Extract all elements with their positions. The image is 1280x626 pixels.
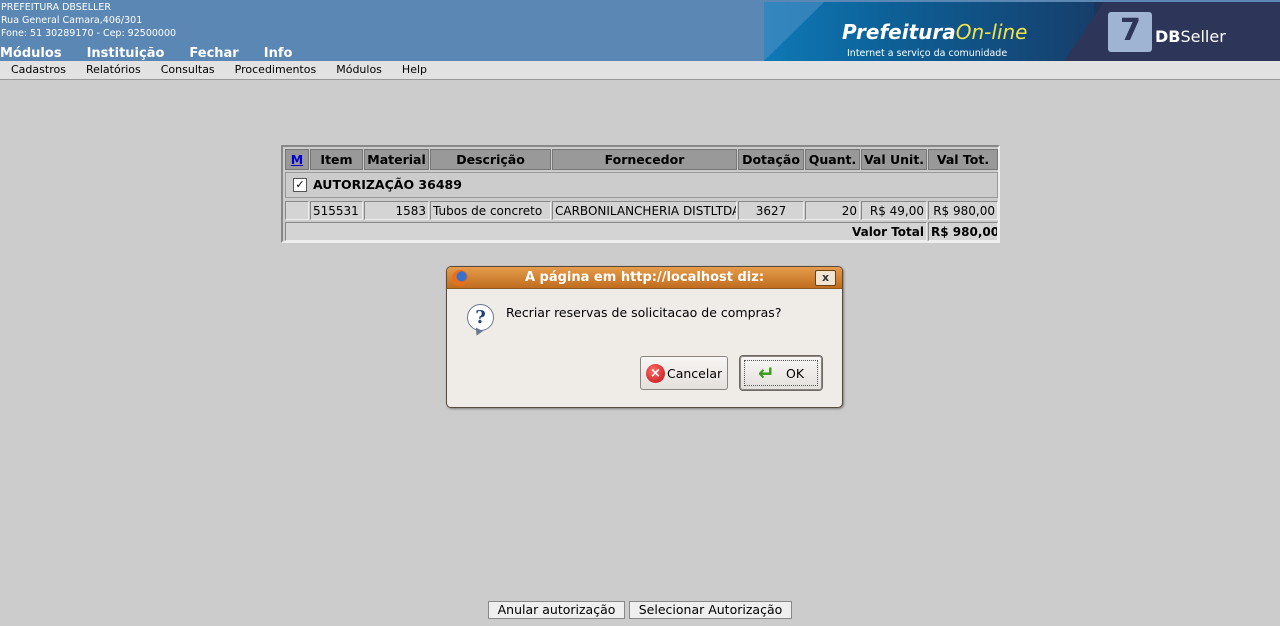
column-header-descricao: Descrição bbox=[430, 149, 551, 170]
menu-help[interactable]: Help bbox=[402, 61, 427, 79]
anular-autorizacao-button[interactable]: Anular autorização bbox=[488, 601, 625, 619]
authorization-checkbox[interactable]: ✓ bbox=[293, 178, 307, 192]
cancel-button-label: Cancelar bbox=[667, 366, 723, 381]
menu-cadastros[interactable]: Cadastros bbox=[11, 61, 66, 79]
menu-bar: Cadastros Relatórios Consultas Procedime… bbox=[0, 61, 1280, 80]
authorization-group-row: ✓ AUTORIZAÇÃO 36489 bbox=[285, 172, 998, 198]
dialog-title: A página em http://localhost diz: bbox=[524, 270, 765, 285]
authorization-table: M Item Material Descrição Fornecedor Dot… bbox=[281, 145, 1000, 243]
menu-consultas[interactable]: Consultas bbox=[161, 61, 215, 79]
column-header-quant: Quant. bbox=[805, 149, 860, 170]
cell-quant: 20 bbox=[805, 201, 860, 220]
cell-material: 1583 bbox=[364, 201, 429, 220]
column-header-val-tot: Val Tot. bbox=[928, 149, 998, 170]
column-header-fornecedor: Fornecedor bbox=[552, 149, 737, 170]
ok-button[interactable]: ↵ OK bbox=[740, 356, 822, 390]
column-header-val-unit: Val Unit. bbox=[861, 149, 927, 170]
enter-arrow-icon: ↵ bbox=[758, 361, 775, 385]
banner-subtitle: Internet a serviço da comunidade bbox=[847, 48, 1008, 59]
dialog-close-button[interactable]: x bbox=[815, 270, 836, 286]
dbseller-logo-text: DBSeller bbox=[1155, 27, 1226, 46]
confirm-dialog: A página em http://localhost diz: x ? Re… bbox=[446, 266, 843, 408]
dialog-titlebar[interactable]: A página em http://localhost diz: x bbox=[447, 267, 842, 289]
org-address: Rua General Camara,406/301 bbox=[1, 15, 143, 26]
top-menu-modulos[interactable]: Módulos bbox=[0, 46, 62, 61]
cell-fornecedor: CARBONILANCHERIA DISTLTDA bbox=[552, 201, 737, 220]
top-menu-fechar[interactable]: Fechar bbox=[189, 46, 238, 61]
authorization-label: AUTORIZAÇÃO 36489 bbox=[313, 177, 462, 192]
banner: PrefeituraOn-line Internet a serviço da … bbox=[764, 2, 1280, 61]
menu-procedimentos[interactable]: Procedimentos bbox=[235, 61, 317, 79]
cell-dotacao: 3627 bbox=[738, 201, 804, 220]
ok-button-label: OK bbox=[786, 366, 805, 381]
dbseller-logo-icon bbox=[1108, 12, 1152, 52]
column-header-material: Material bbox=[364, 149, 429, 170]
top-menu-info[interactable]: Info bbox=[264, 46, 293, 61]
row-mark-cell bbox=[285, 201, 309, 220]
column-header-mark: M bbox=[285, 149, 309, 170]
top-menu: Módulos Instituição Fechar Info bbox=[0, 46, 317, 61]
total-label: Valor Total bbox=[285, 222, 927, 241]
app-header: PREFEITURA DBSELLER Rua General Camara,4… bbox=[0, 0, 1280, 61]
cell-descricao: Tubos de concreto bbox=[430, 201, 551, 220]
top-menu-instituicao[interactable]: Instituição bbox=[87, 46, 165, 61]
cell-item: 515531 bbox=[310, 201, 363, 220]
column-header-dotacao: Dotação bbox=[738, 149, 804, 170]
cancel-button[interactable]: × Cancelar bbox=[640, 356, 728, 390]
total-value: R$ 980,00 bbox=[928, 222, 998, 241]
menu-relatorios[interactable]: Relatórios bbox=[86, 61, 141, 79]
org-contact: Fone: 51 30289170 - Cep: 92500000 bbox=[1, 28, 177, 39]
org-name: PREFEITURA DBSELLER bbox=[1, 2, 111, 13]
cancel-icon: × bbox=[646, 364, 665, 383]
menu-modulos[interactable]: Módulos bbox=[336, 61, 382, 79]
dialog-message: Recriar reservas de solicitacao de compr… bbox=[506, 305, 782, 320]
cell-val-tot: R$ 980,00 bbox=[928, 201, 998, 220]
prefeitura-online-logo: PrefeituraOn-line bbox=[842, 20, 1028, 44]
question-icon: ? bbox=[467, 304, 494, 331]
selecionar-autorizacao-button[interactable]: Selecionar Autorização bbox=[629, 601, 792, 619]
org-info: PREFEITURA DBSELLER Rua General Camara,4… bbox=[1, 1, 176, 40]
cell-val-unit: R$ 49,00 bbox=[861, 201, 927, 220]
mark-all-link[interactable]: M bbox=[291, 152, 303, 167]
column-header-item: Item bbox=[310, 149, 363, 170]
